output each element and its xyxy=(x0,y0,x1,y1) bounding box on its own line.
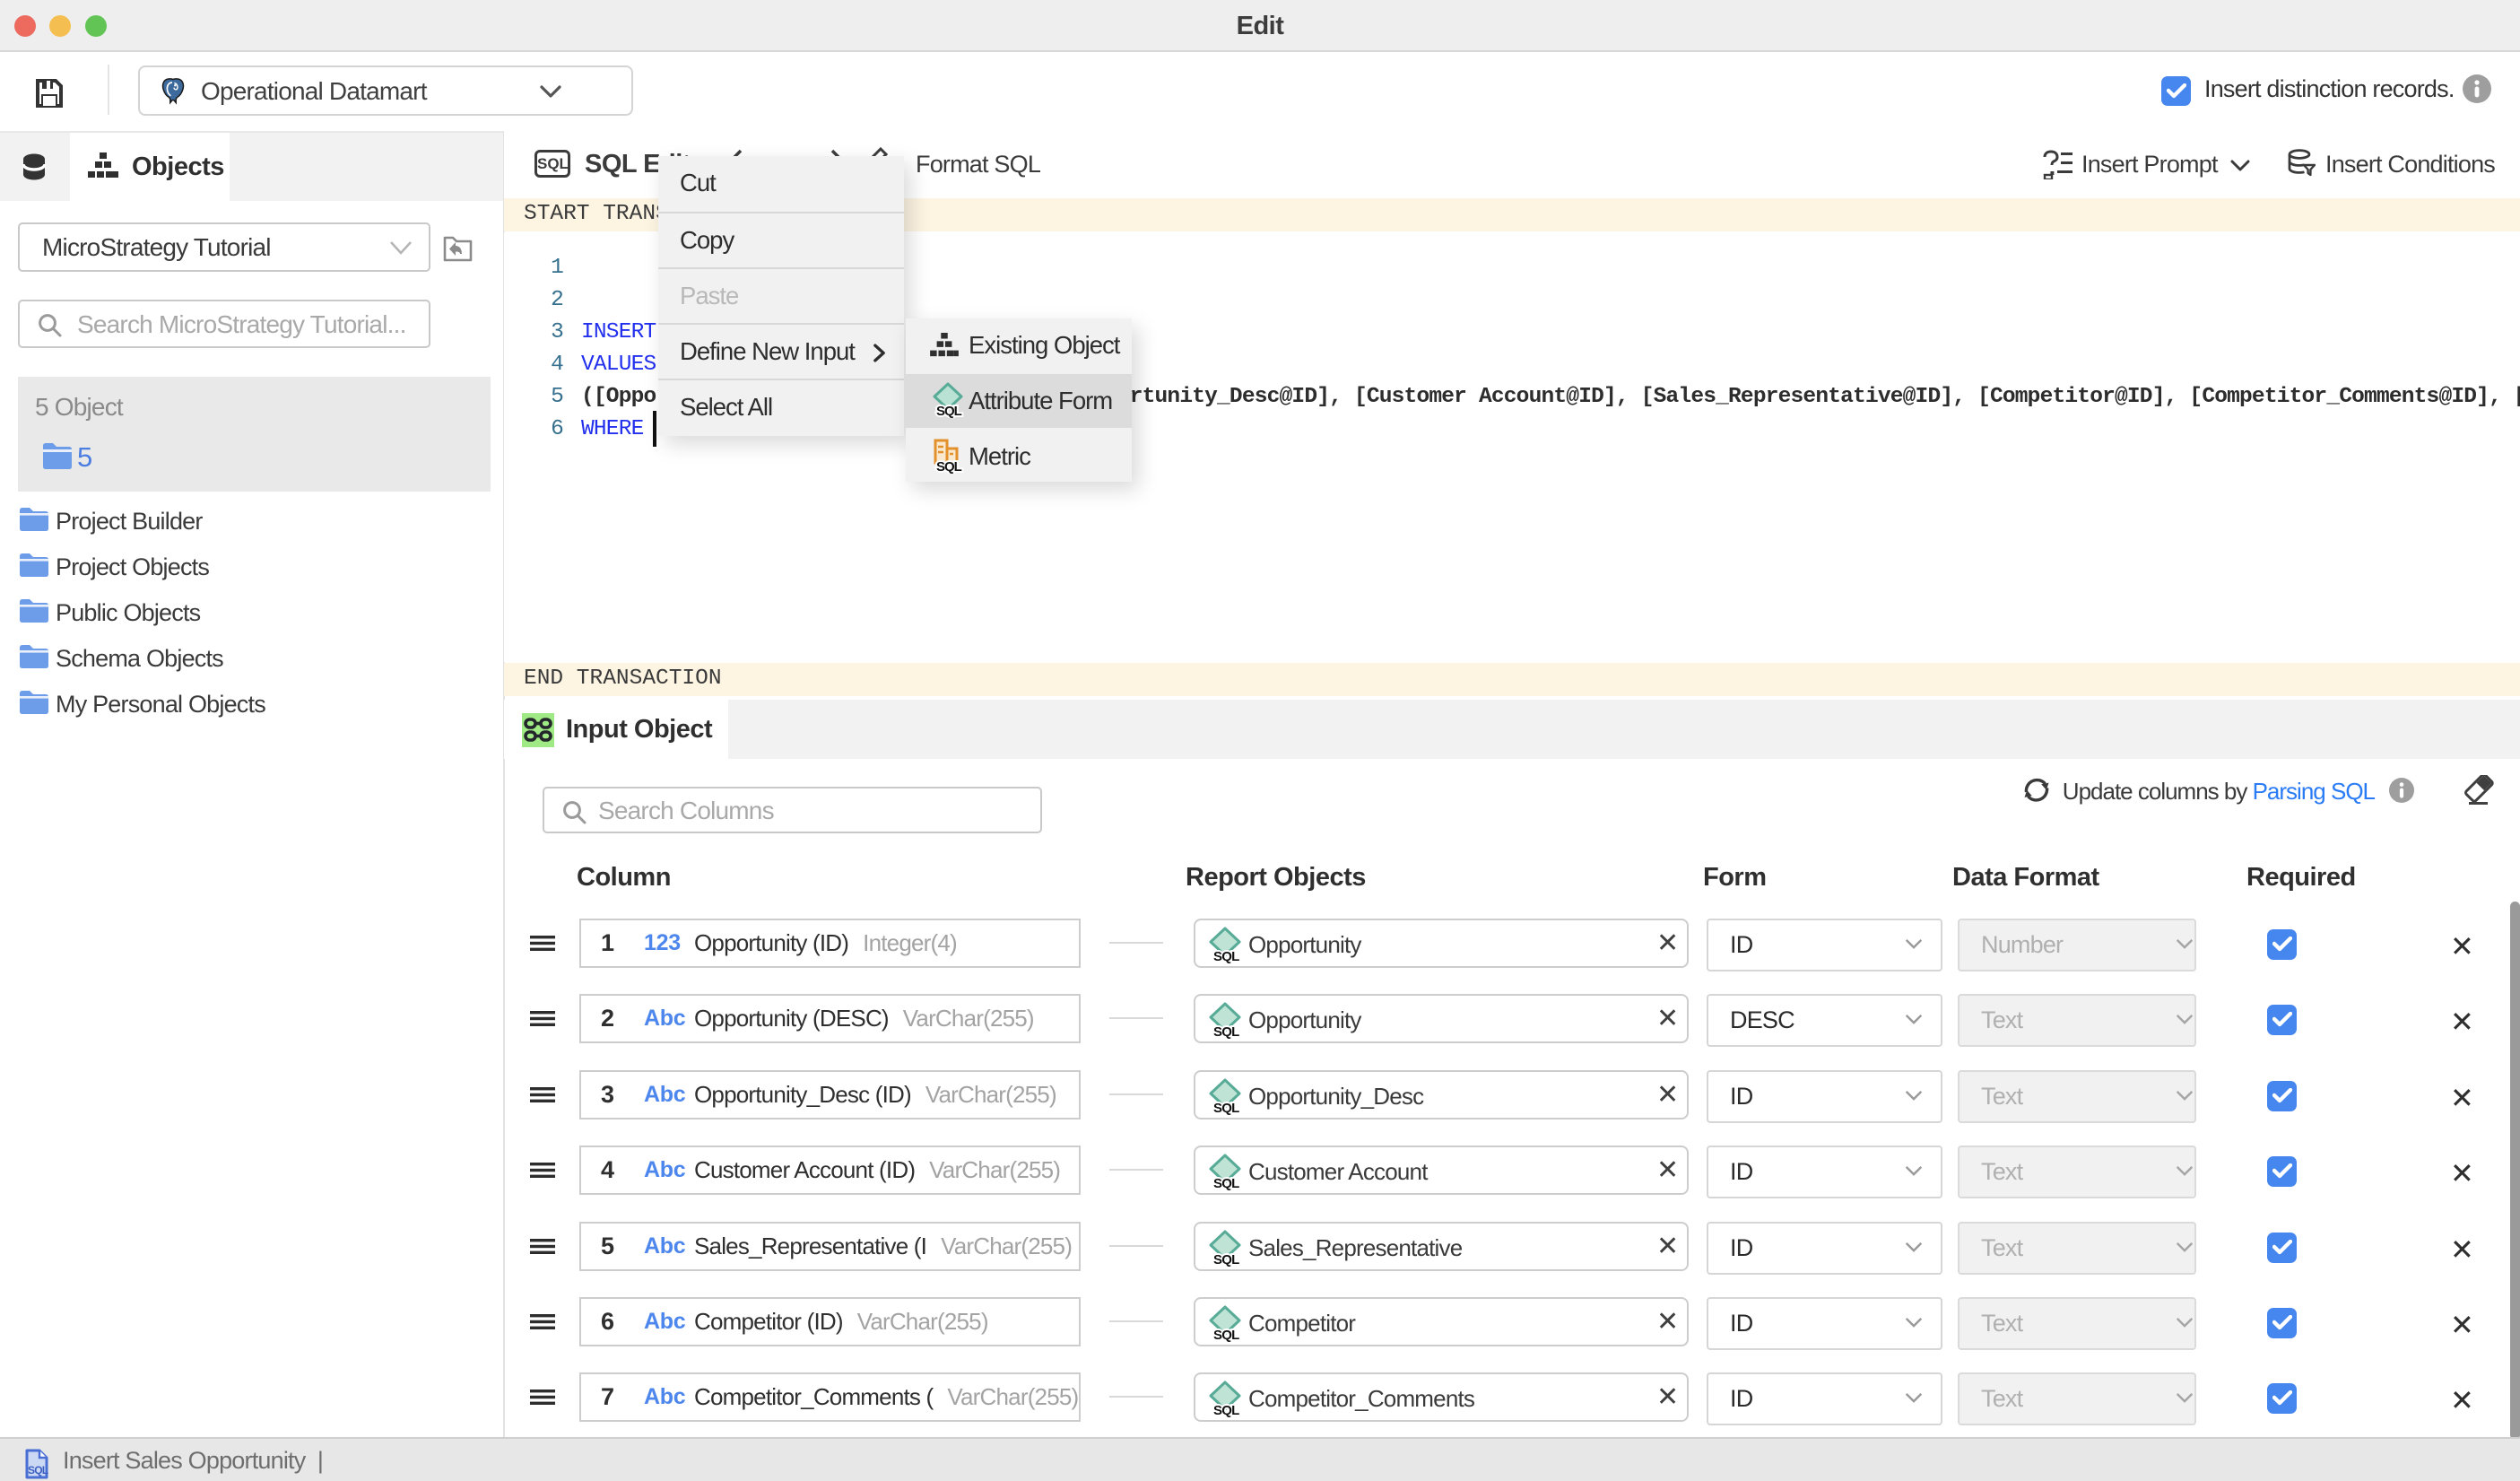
svg-text:SQL: SQL xyxy=(28,1464,48,1477)
svg-text:SQL: SQL xyxy=(1213,1403,1239,1417)
svg-text:SQL: SQL xyxy=(936,404,962,418)
svg-text:SQL: SQL xyxy=(1213,1101,1239,1115)
svg-text:SQL: SQL xyxy=(1213,1328,1239,1342)
svg-text:SQL: SQL xyxy=(1213,1176,1239,1190)
svg-text:SQL: SQL xyxy=(936,459,962,474)
svg-text:SQL: SQL xyxy=(1213,1024,1239,1039)
svg-text:SQL: SQL xyxy=(1213,949,1239,963)
svg-text:SQL: SQL xyxy=(1213,1252,1239,1267)
